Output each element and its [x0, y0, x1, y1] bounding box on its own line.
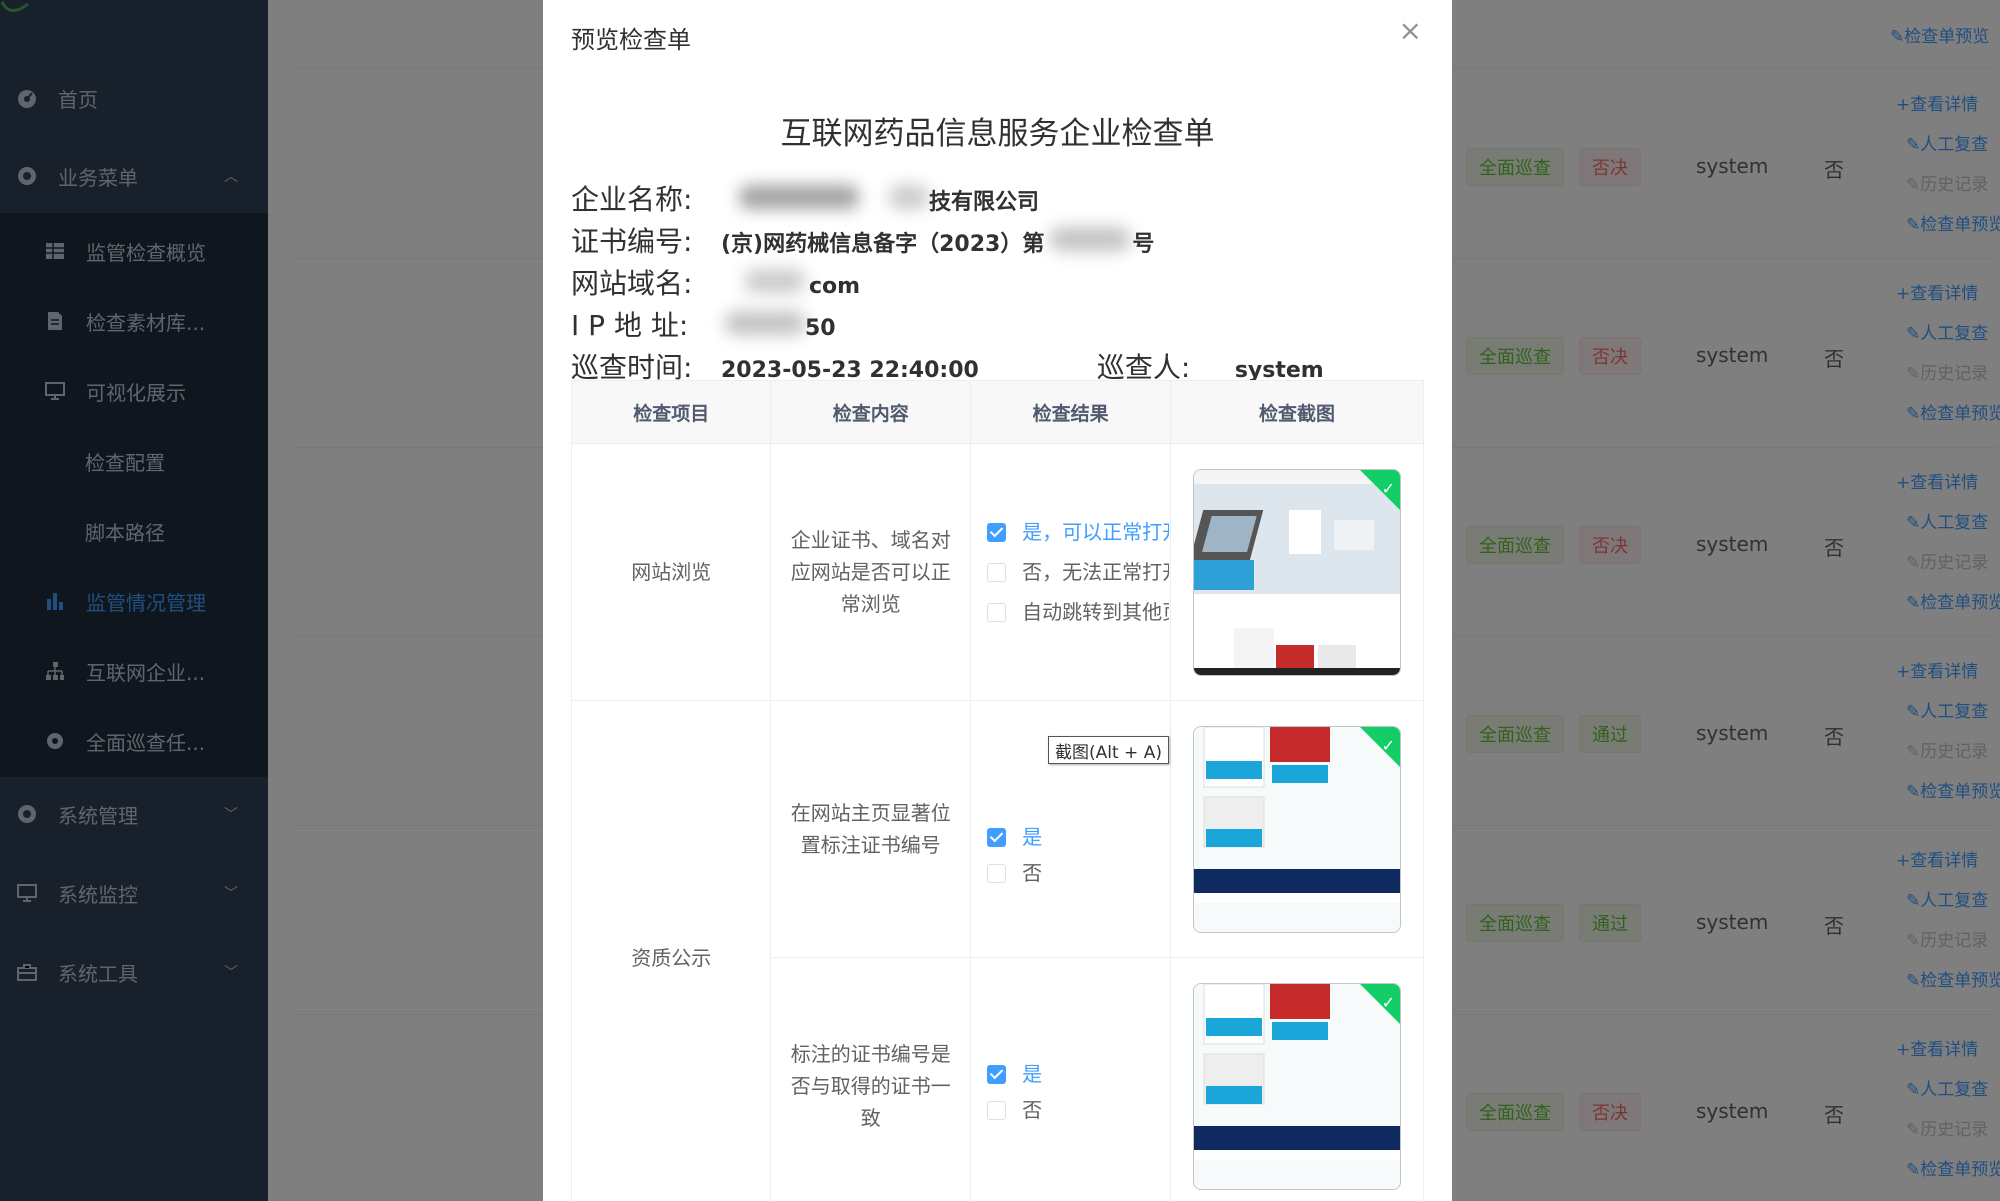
- content-cell: 标注的证书编号是否与取得的证书一致: [770, 957, 972, 1201]
- checkbox[interactable]: [987, 562, 1007, 582]
- sheet-title: 互联网药品信息服务企业检查单: [780, 116, 1215, 152]
- company-row: 企业名称: 技有限公司: [571, 178, 1039, 218]
- screenshot-cell: ✓: [1170, 443, 1424, 701]
- result-cell: 是 否: [970, 957, 1172, 1201]
- table-row: 资质公示 在网站主页显著位置标注证书编号 是 否 ✓: [570, 700, 1424, 1201]
- option-checkbox[interactable]: 否: [987, 1094, 1170, 1126]
- option-checkbox[interactable]: 是: [987, 817, 1170, 857]
- option-checkbox[interactable]: 是: [987, 1054, 1170, 1094]
- screenshot-thumbnail[interactable]: ✓: [1193, 982, 1402, 1190]
- checkbox[interactable]: [987, 1100, 1007, 1120]
- cert-row: 证书编号: (京)网药械信息备字（2023）第 号: [571, 220, 1154, 260]
- redacted-block: [725, 311, 805, 335]
- col-header-screenshot: 检查截图: [1170, 380, 1424, 444]
- option-checkbox[interactable]: 否，无法正常打开: [987, 552, 1169, 592]
- screenshot-cell: ✓: [1170, 957, 1424, 1201]
- col-header-result: 检查结果: [970, 380, 1172, 444]
- screenshot-cell: ✓: [1170, 700, 1424, 958]
- redacted-block: [739, 185, 859, 209]
- screenshot-thumbnail[interactable]: ✓: [1193, 468, 1402, 676]
- redacted-block: [889, 185, 929, 209]
- check-icon: ✓: [1381, 992, 1396, 1012]
- ip-row: I P 地 址: 50: [571, 304, 836, 344]
- table-row: 网站浏览 企业证书、域名对应网站是否可以正常浏览 是，可以正常打开 否，无法正常…: [570, 443, 1424, 701]
- option-checkbox[interactable]: 自动跳转到其他页: [987, 592, 1169, 632]
- domain-label: 网站域名:: [571, 267, 693, 300]
- screenshot-tooltip: 截图(Alt + A): [1048, 736, 1169, 764]
- content-cell: 企业证书、域名对应网站是否可以正常浏览: [770, 443, 972, 701]
- table-header-row: 检查项目 检查内容 检查结果 检查截图: [570, 380, 1424, 444]
- checkbox[interactable]: [987, 863, 1007, 883]
- checkbox[interactable]: [987, 602, 1007, 622]
- close-icon[interactable]: ×: [1399, 14, 1422, 47]
- item-cell: 资质公示: [570, 700, 772, 1201]
- dialog-title: 预览检查单: [571, 26, 691, 54]
- company-label: 企业名称:: [571, 183, 693, 216]
- screenshot-thumbnail[interactable]: ✓: [1193, 725, 1402, 933]
- cert-suffix: 号: [1132, 232, 1155, 257]
- ip-label: I P 地 址:: [571, 309, 689, 342]
- domain-row: 网站域名: com: [571, 262, 860, 302]
- checkbox[interactable]: [987, 827, 1007, 847]
- check-icon: ✓: [1381, 735, 1396, 755]
- col-header-content: 检查内容: [770, 380, 972, 444]
- item-cell: 网站浏览: [570, 443, 772, 701]
- col-header-item: 检查项目: [570, 380, 772, 444]
- ip-value: 50: [805, 316, 836, 341]
- company-value: 技有限公司: [929, 190, 1040, 215]
- result-cell: 是，可以正常打开 否，无法正常打开 自动跳转到其他页: [970, 443, 1172, 701]
- option-checkbox[interactable]: 否: [987, 857, 1170, 889]
- redacted-block: [745, 269, 805, 293]
- cert-value: (京)网药械信息备字（2023）第: [721, 232, 1045, 257]
- option-checkbox[interactable]: 是，可以正常打开: [987, 512, 1169, 552]
- check-table: 检查项目 检查内容 检查结果 检查截图 网站浏览 企业证书、域名对应网站是否可以…: [570, 380, 1424, 1201]
- check-icon: ✓: [1381, 478, 1396, 498]
- preview-dialog: 预览检查单 × 互联网药品信息服务企业检查单 企业名称: 技有限公司 证书编号:…: [543, 0, 1452, 1201]
- cert-label: 证书编号:: [571, 225, 693, 258]
- checkbox[interactable]: [987, 1064, 1007, 1084]
- redacted-block: [1050, 227, 1131, 251]
- content-cell: 在网站主页显著位置标注证书编号: [770, 700, 972, 958]
- domain-value: com: [809, 274, 861, 299]
- checkbox[interactable]: [987, 522, 1007, 542]
